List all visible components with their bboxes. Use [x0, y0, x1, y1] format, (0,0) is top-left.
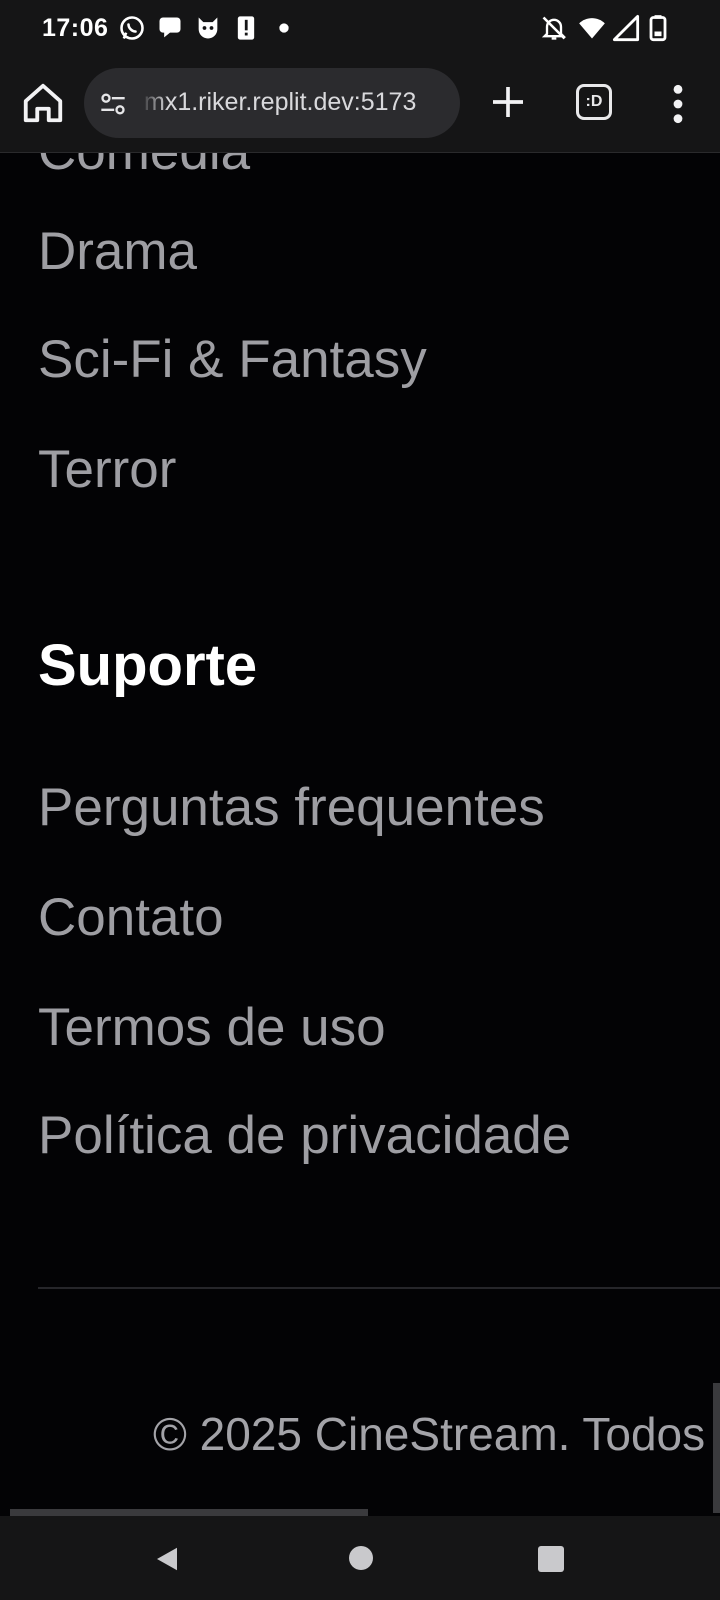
copyright-text: © 2025 CineStream. Todos	[153, 1408, 706, 1460]
new-tab-icon[interactable]	[488, 82, 528, 122]
footer-link-terror[interactable]: Terror	[38, 443, 176, 496]
home-circle-icon[interactable]	[349, 1546, 373, 1570]
footer-link-drama[interactable]: Drama	[38, 225, 197, 278]
footer-link-terms[interactable]: Termos de uso	[38, 1001, 386, 1054]
status-time: 17:06	[42, 14, 109, 42]
footer-divider	[38, 1287, 720, 1289]
page-content: Comédia Drama Sci-Fi & Fantasy Terror Su…	[0, 153, 720, 1516]
browser-toolbar: mx1.riker.replit.dev:5173 :D	[0, 56, 720, 154]
url-text[interactable]: mx1.riker.replit.dev:5173	[144, 88, 416, 117]
address-bar[interactable]: mx1.riker.replit.dev:5173	[84, 68, 460, 138]
footer-link-scifi-fantasy[interactable]: Sci-Fi & Fantasy	[38, 333, 427, 386]
status-bar: 17:06	[0, 0, 720, 56]
tab-switcher-icon[interactable]: :D	[576, 84, 612, 120]
whatsapp-icon	[120, 16, 144, 40]
home-icon[interactable]	[20, 80, 66, 126]
bell-off-icon	[541, 16, 567, 40]
system-nav-bar	[0, 1516, 720, 1600]
back-icon[interactable]	[152, 1544, 182, 1574]
battery-icon	[649, 15, 667, 42]
support-heading: Suporte	[38, 633, 258, 698]
more-menu-icon[interactable]	[664, 82, 692, 126]
recents-icon[interactable]	[538, 1546, 564, 1572]
url-fade	[140, 68, 168, 138]
signal-icon	[612, 14, 640, 42]
footer-link-contact[interactable]: Contato	[38, 891, 224, 944]
cat-face-icon	[198, 17, 218, 39]
footer-link-faq[interactable]: Perguntas frequentes	[38, 781, 545, 834]
wifi-icon	[579, 18, 605, 39]
alert-icon	[237, 16, 255, 40]
dot-icon	[279, 23, 289, 33]
chat-bubble-icon	[159, 17, 181, 38]
footer-link-privacy[interactable]: Política de privacidade	[38, 1109, 571, 1162]
site-settings-icon[interactable]	[98, 90, 128, 118]
footer-link-comedia[interactable]: Comédia	[38, 153, 250, 178]
vertical-scrollbar[interactable]	[713, 1383, 720, 1513]
horizontal-scrollbar[interactable]	[10, 1509, 368, 1516]
